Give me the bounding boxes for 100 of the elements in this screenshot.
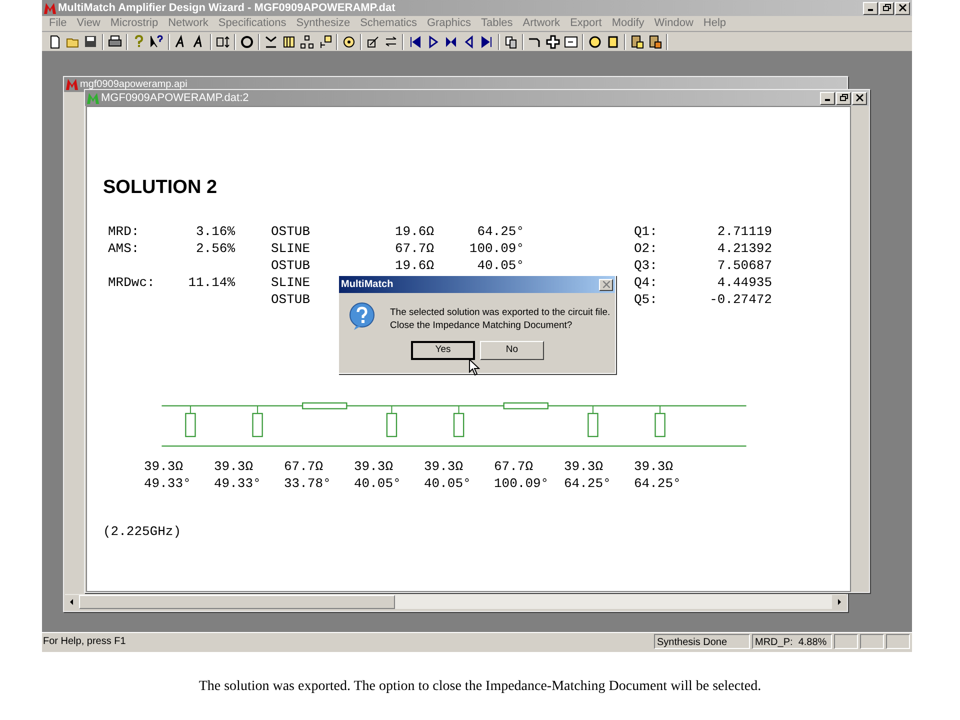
impedance-label: 67.7Ω xyxy=(284,458,324,475)
metric-label: MRD: xyxy=(108,223,140,240)
menu-item[interactable]: Graphics xyxy=(422,15,476,32)
angle-label: 49.33° xyxy=(214,475,261,492)
clipboard-icon xyxy=(629,34,645,50)
element-type: SLINE xyxy=(271,274,310,291)
angle-value: 100.09° xyxy=(469,240,524,257)
status-panel xyxy=(834,634,858,649)
printer-icon xyxy=(107,34,123,50)
scroll-right-icon[interactable] xyxy=(832,594,846,608)
angle-label: 100.09° xyxy=(494,475,549,492)
circle-icon xyxy=(239,34,255,50)
menu-item[interactable]: Export xyxy=(565,15,607,32)
nodes-icon xyxy=(299,34,315,50)
metric-label: MRDwc: xyxy=(108,274,155,291)
close-button[interactable] xyxy=(852,92,867,104)
horizontal-scrollbar[interactable] xyxy=(65,594,846,609)
q-value: 2.71119 xyxy=(717,223,772,240)
element-type: OSTUB xyxy=(271,257,310,274)
menu-item[interactable]: Modify xyxy=(606,15,650,32)
dialog-title: MultiMatch xyxy=(341,278,394,292)
menu-item[interactable]: Microstrip xyxy=(105,15,164,32)
dialog-button[interactable]: No xyxy=(480,341,544,360)
restore-icon xyxy=(840,94,848,102)
q-value: -0.27472 xyxy=(710,291,772,308)
help-pointer-icon xyxy=(149,34,165,50)
save-icon xyxy=(83,34,99,50)
angle-label: 64.25° xyxy=(634,475,681,492)
q-label: Q1: xyxy=(634,223,658,240)
element-type: SLINE xyxy=(271,240,310,257)
metric-value: 2.56% xyxy=(196,240,235,257)
q-value: 4.44935 xyxy=(717,274,772,291)
window-title: MultiMatch Amplifier Design Wizard - MGF0909APOWERAMP.dat xyxy=(58,0,396,16)
dialog-button[interactable]: Yes xyxy=(411,341,475,360)
impedance-label: 39.3Ω xyxy=(634,458,674,475)
angle-label: 33.78° xyxy=(284,475,331,492)
document-title: mgf0909apoweramp.api xyxy=(80,80,188,90)
app-logo-icon xyxy=(66,79,78,90)
restore-button[interactable] xyxy=(836,92,851,104)
q-label: Q4: xyxy=(634,274,658,291)
cross-icon xyxy=(545,34,561,50)
close-icon xyxy=(856,94,864,102)
impedance-value: 67.7Ω xyxy=(394,240,434,257)
swap-icon xyxy=(383,34,399,50)
panel-icon xyxy=(563,34,579,50)
solution-heading: SOLUTION 2 xyxy=(103,177,218,199)
menu-item[interactable]: View xyxy=(72,15,106,32)
status-panel: MRD_P: 4.88% xyxy=(752,634,832,649)
close-icon xyxy=(898,4,906,12)
metric-label: AMS: xyxy=(108,240,140,257)
angle-value: 40.05° xyxy=(477,257,524,274)
q-value: 7.50687 xyxy=(717,257,772,274)
question-icon xyxy=(348,302,376,330)
close-icon xyxy=(602,281,610,288)
app-logo-icon xyxy=(87,92,99,104)
status-panel xyxy=(860,634,884,649)
minimize-button[interactable] xyxy=(863,2,878,14)
scrollbar-thumb[interactable] xyxy=(79,594,395,608)
menu-item[interactable]: File xyxy=(44,15,72,32)
impedance-label: 67.7Ω xyxy=(494,458,534,475)
angle-label: 64.25° xyxy=(564,475,611,492)
angle-value: 64.25° xyxy=(477,223,524,240)
menu-item[interactable]: Window xyxy=(649,15,698,32)
resize-icon xyxy=(215,34,231,50)
q-label: Q3: xyxy=(634,257,658,274)
close-button[interactable] xyxy=(599,278,613,290)
restore-button[interactable] xyxy=(879,2,894,14)
scroll-left-icon[interactable] xyxy=(65,594,79,608)
diagonal-icon xyxy=(365,34,381,50)
impedance-label: 39.3Ω xyxy=(144,458,184,475)
status-text: For Help, press F1 xyxy=(42,635,127,649)
close-button[interactable] xyxy=(895,2,910,14)
menu-item[interactable]: Artwork xyxy=(518,15,566,32)
frequency-label: (2.225GHz) xyxy=(103,523,182,541)
menu-item[interactable]: Synthesize xyxy=(291,15,356,32)
menu-item[interactable]: Network xyxy=(163,15,214,32)
copy-icon xyxy=(503,34,519,50)
metric-value: 3.16% xyxy=(196,223,235,240)
menu-item[interactable]: Schematics xyxy=(355,15,422,32)
toolbar-button[interactable] xyxy=(298,32,316,50)
dialog-message: The selected solution was exported to the circuit file. Close the Impedance Matching Document? xyxy=(390,306,610,332)
menu-item[interactable]: Tables xyxy=(476,15,518,32)
impedance-label: 39.3Ω xyxy=(424,458,464,475)
menu-item[interactable]: Specifications xyxy=(213,15,292,32)
clipboard-icon xyxy=(647,34,663,50)
element-type: OSTUB xyxy=(271,223,310,240)
menu-item[interactable]: Help xyxy=(698,15,732,32)
status-panel: Synthesis Done xyxy=(654,634,750,649)
grid-icon xyxy=(281,34,297,50)
impedance-value: 19.6Ω xyxy=(394,257,434,274)
restore-icon xyxy=(882,4,890,12)
circle-icon xyxy=(587,34,603,50)
slide-caption: The solution was exported. The option to close the Impedance-Matching Document will be selected. xyxy=(198,678,762,696)
angle-label: 40.05° xyxy=(424,475,471,492)
minimize-button[interactable] xyxy=(820,92,835,104)
toolbar-button[interactable] xyxy=(544,32,562,50)
app-logo-icon xyxy=(44,2,56,14)
impedance-label: 39.3Ω xyxy=(354,458,394,475)
element-type: OSTUB xyxy=(271,291,310,308)
status-panel xyxy=(886,634,910,649)
